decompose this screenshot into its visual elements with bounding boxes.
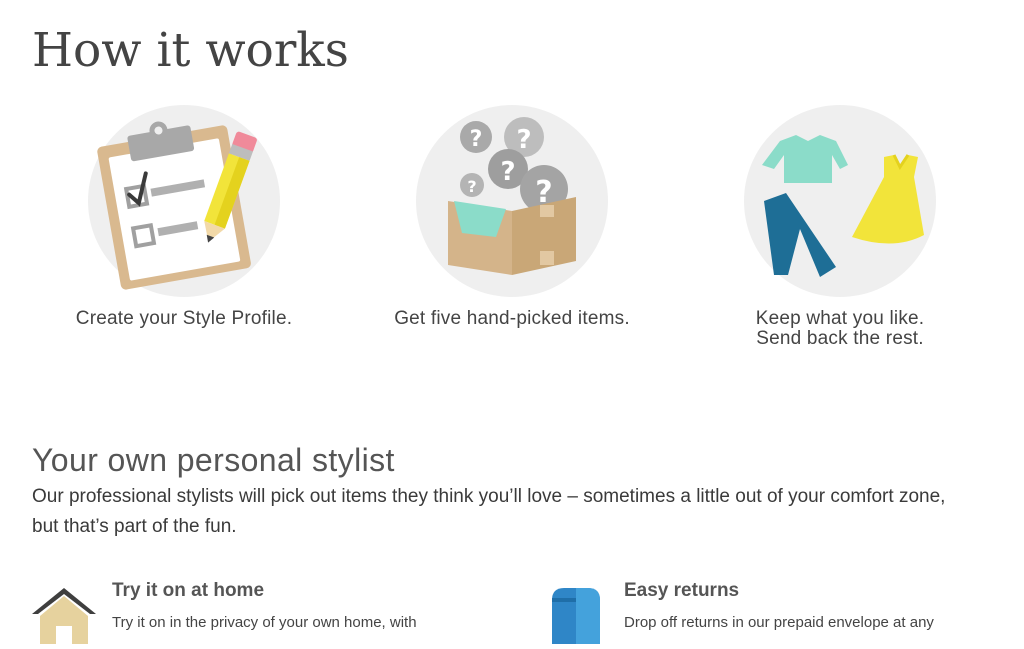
clipboard-checklist-icon [88, 105, 280, 297]
clothing-items-icon [744, 105, 936, 297]
svg-text:?: ? [470, 127, 483, 152]
svg-text:?: ? [467, 177, 476, 196]
step-hand-picked: ? ? ? ? ? Get five hand-picked items. [362, 105, 662, 329]
step-caption: Keep what you like. Send back the rest. [690, 309, 990, 349]
caption-line: Send back the rest. [756, 328, 924, 349]
svg-text:?: ? [500, 157, 515, 187]
mailbox-icon [544, 584, 608, 644]
house-icon [32, 584, 96, 644]
feature-title: Try it on at home [112, 580, 265, 601]
feature-title: Easy returns [624, 580, 740, 601]
page-title: How it works [32, 23, 349, 78]
step-create-profile: Create your Style Profile. [34, 105, 334, 329]
feature-text: Try it on in the privacy of your own hom… [112, 614, 417, 631]
section-heading: Your own personal stylist [32, 442, 395, 478]
section-description: Our professional stylists will pick out … [32, 486, 946, 537]
caption-line: Keep what you like. [755, 308, 925, 329]
step-caption: Create your Style Profile. [75, 308, 293, 329]
feature-text: Drop off returns in our prepaid envelope… [624, 614, 934, 631]
mystery-box-icon: ? ? ? ? ? [416, 105, 608, 297]
step-caption: Get five hand-picked items. [394, 308, 630, 329]
step-keep-send-back: Keep what you like. Send back the rest. [690, 105, 990, 349]
svg-text:?: ? [516, 125, 531, 155]
